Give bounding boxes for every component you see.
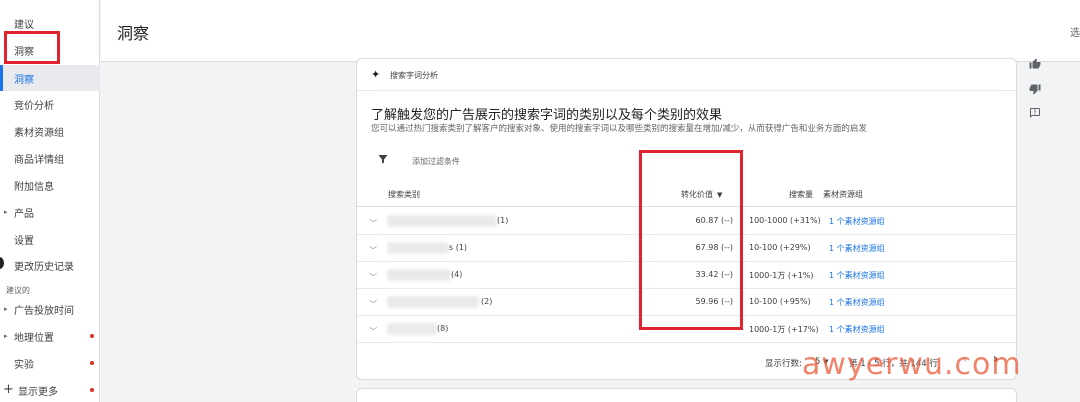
sidebar-item-label: 产品	[14, 208, 34, 220]
chevron-down-icon[interactable]: ⌵	[369, 269, 377, 279]
sidebar-show-more[interactable]: + 显示更多	[0, 377, 100, 402]
asset-group-link[interactable]: 1 个素材资源组	[829, 243, 885, 254]
card-heading: 了解触发您的广告展示的搜索字词的类别以及每个类别的效果	[371, 108, 723, 123]
filter-icon[interactable]	[377, 153, 389, 168]
sidebar-item-ad-schedule[interactable]: ▸ 广告投放时间	[0, 296, 100, 322]
card-description: 您可以通过热门搜索类别了解客户的搜索对象、使用的搜索字词以及哪些类别的搜索量在增…	[371, 124, 867, 134]
sidebar-item-label: 洞察	[14, 74, 34, 86]
category-count: s (1)	[449, 243, 468, 252]
thumbs-down-icon[interactable]	[1028, 82, 1042, 96]
sidebar-item-label: 实验	[14, 359, 34, 371]
sidebar-item-label: 设置	[14, 235, 34, 247]
category-count: (8)	[437, 324, 449, 333]
redacted-category	[387, 242, 449, 254]
chevron-down-icon[interactable]: ⌵	[369, 323, 377, 333]
chevron-down-icon[interactable]: ⌵	[369, 296, 377, 306]
caret-right-icon: ▸	[4, 305, 8, 313]
notification-dot	[90, 334, 94, 338]
redacted-category	[387, 323, 437, 335]
card-header: ✦ 搜索字词分析	[357, 59, 1016, 91]
page-header: 洞察 选	[101, 0, 1080, 62]
caret-right-icon: ▸	[4, 332, 8, 340]
category-count: (4)	[451, 270, 463, 279]
rows-per-page-label: 显示行数:	[765, 359, 802, 369]
sidebar-item-change-history[interactable]: 更改历史记录	[0, 252, 100, 278]
sparkle-icon: ✦	[371, 68, 381, 81]
search-volume-cell: 1000-1万 (+17%)	[749, 325, 819, 334]
header-right-link[interactable]: 选	[1070, 24, 1080, 39]
redacted-category	[387, 215, 497, 227]
sidebar-item-label: 更改历史记录	[14, 261, 74, 273]
notification-dot	[90, 388, 94, 392]
card-header-label: 搜索字词分析	[390, 71, 438, 80]
sidebar-item-asset-groups[interactable]: 素材资源组	[0, 118, 100, 144]
caret-right-icon: ▸	[4, 208, 8, 216]
search-volume-cell: 10-100 (+95%)	[749, 297, 811, 306]
category-count: (1)	[497, 216, 509, 225]
suggested-section-label: 建议的	[6, 286, 30, 295]
next-insight-card	[356, 388, 1017, 402]
highlight-box-nav-insights	[4, 31, 60, 64]
highlight-box-conversion-value	[639, 150, 743, 330]
asset-group-link[interactable]: 1 个素材资源组	[829, 216, 885, 227]
sidebar-item-settings[interactable]: 设置	[0, 226, 100, 252]
redacted-category	[387, 269, 451, 281]
watermark: awyerwu.com	[802, 347, 1022, 382]
column-header-asset-group[interactable]: 素材资源组	[823, 189, 863, 200]
plus-icon: +	[3, 382, 14, 397]
asset-group-link[interactable]: 1 个素材资源组	[829, 270, 885, 281]
sidebar-item-label: 广告投放时间	[14, 305, 74, 317]
sidebar-item-label: 建议	[14, 19, 34, 31]
sidebar-item-label: 地理位置	[14, 332, 54, 344]
thumbs-up-icon[interactable]	[1028, 57, 1042, 71]
sidebar-item-auction-insights[interactable]: 竞价分析	[0, 91, 100, 117]
asset-group-link[interactable]: 1 个素材资源组	[829, 297, 885, 308]
category-count: (2)	[481, 297, 493, 306]
add-filter-button[interactable]: 添加过滤条件	[412, 156, 460, 167]
sidebar-item-insights[interactable]: 洞察	[0, 65, 100, 91]
sidebar-item-extensions[interactable]: 附加信息	[0, 172, 100, 198]
search-volume-cell: 100-1000 (+31%)	[749, 216, 821, 225]
sidebar-item-experiments[interactable]: 实验	[0, 350, 100, 376]
search-volume-cell: 10-100 (+29%)	[749, 243, 811, 252]
search-volume-cell: 1000-1万 (+1%)	[749, 271, 814, 280]
sidebar-item-label: 竞价分析	[14, 100, 54, 112]
page-title: 洞察	[117, 24, 150, 43]
asset-group-link[interactable]: 1 个素材资源组	[829, 324, 885, 335]
sidebar-item-label: 商品详情组	[14, 154, 64, 166]
column-header-category[interactable]: 搜索类别	[388, 189, 420, 200]
sidebar-item-label: 素材资源组	[14, 127, 64, 139]
sidebar-item-products[interactable]: ▸ 产品	[0, 199, 100, 225]
chevron-down-icon[interactable]: ⌵	[369, 242, 377, 252]
column-header-search-volume[interactable]: 搜索量	[789, 189, 813, 200]
sidebar-item-listing-groups[interactable]: 商品详情组	[0, 145, 100, 171]
notification-dot	[90, 361, 94, 365]
chevron-down-icon[interactable]: ⌵	[369, 215, 377, 225]
sidebar-item-label: 显示更多	[18, 386, 58, 398]
redacted-category	[387, 296, 479, 308]
sidebar-item-locations[interactable]: ▸ 地理位置	[0, 323, 100, 349]
sidebar-item-label: 附加信息	[14, 181, 54, 193]
feedback-icon[interactable]	[1028, 106, 1042, 120]
